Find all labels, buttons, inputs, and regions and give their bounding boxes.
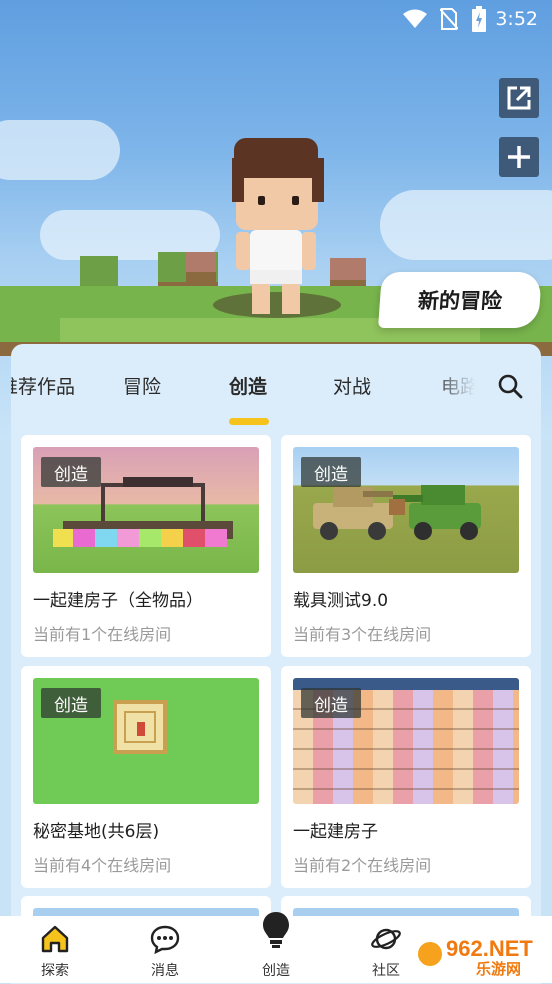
- category-tabs: 推荐作品 冒险 创造 对战 电路: [11, 344, 541, 428]
- map-title: 一起建房子（全物品）: [33, 591, 203, 611]
- nav-create[interactable]: 创造: [231, 912, 321, 983]
- tab-adventure[interactable]: 冒险: [123, 372, 161, 399]
- map-title: 载具测试9.0: [293, 591, 389, 611]
- watermark-bottom: 乐游网: [476, 960, 521, 978]
- content-panel: 推荐作品 冒险 创造 对战 电路: [11, 344, 541, 984]
- site-watermark: 962.NET 乐游网: [416, 930, 548, 978]
- tab-battle[interactable]: 对战: [333, 372, 371, 399]
- online-rooms-text: 当前有3个在线房间: [293, 625, 432, 644]
- map-thumbnail: 创造: [293, 678, 519, 804]
- clock: 3:52: [495, 8, 538, 30]
- map-card[interactable]: 创造 载具测试9.0 当前有3个在线房间: [281, 435, 531, 657]
- no-sim-icon: [440, 8, 458, 30]
- map-card[interactable]: 创造 秘密基地(共6层) 当前有4个在线房间: [21, 666, 271, 888]
- player-avatar: [224, 138, 332, 318]
- mode-badge: 创造: [41, 688, 101, 718]
- external-link-icon: [507, 86, 531, 110]
- map-title: 秘密基地(共6层): [33, 822, 160, 842]
- battery-charging-icon: [472, 6, 486, 32]
- chat-icon: [150, 925, 180, 955]
- new-adventure-button[interactable]: 新的冒险: [378, 272, 542, 328]
- map-thumbnail: 创造: [33, 678, 259, 804]
- map-thumbnail: 创造: [33, 447, 259, 573]
- search-icon[interactable]: [497, 373, 523, 399]
- tab-recommended[interactable]: 推荐作品: [11, 372, 75, 399]
- online-rooms-text: 当前有1个在线房间: [33, 625, 172, 644]
- map-card[interactable]: 创造 一起建房子 当前有2个在线房间: [281, 666, 531, 888]
- bulb-icon: [263, 912, 289, 948]
- active-tab-indicator: [229, 418, 269, 425]
- nav-label: 创造: [262, 963, 290, 979]
- mode-badge: 创造: [301, 457, 361, 487]
- nav-label: 探索: [41, 963, 69, 979]
- status-bar: 3:52: [0, 0, 552, 38]
- watermark-top: 962.NET: [446, 936, 533, 961]
- nav-explore[interactable]: 探索: [10, 916, 100, 983]
- planet-icon: [371, 928, 401, 950]
- map-title: 一起建房子: [293, 822, 378, 842]
- share-button[interactable]: [499, 78, 539, 118]
- online-rooms-text: 当前有2个在线房间: [293, 856, 432, 875]
- map-card[interactable]: 创造 一起建房子（全物品） 当前有1个在线房间: [21, 435, 271, 657]
- home-icon: [41, 925, 69, 953]
- nav-messages[interactable]: 消息: [120, 916, 210, 983]
- tab-create[interactable]: 创造: [229, 372, 267, 399]
- online-rooms-text: 当前有4个在线房间: [33, 856, 172, 875]
- mode-badge: 创造: [41, 457, 101, 487]
- wifi-icon: [403, 9, 427, 28]
- nav-label: 消息: [151, 963, 179, 979]
- mode-badge: 创造: [301, 688, 361, 718]
- plus-icon: [508, 146, 530, 168]
- add-button[interactable]: [499, 137, 539, 177]
- map-thumbnail: 创造: [293, 447, 519, 573]
